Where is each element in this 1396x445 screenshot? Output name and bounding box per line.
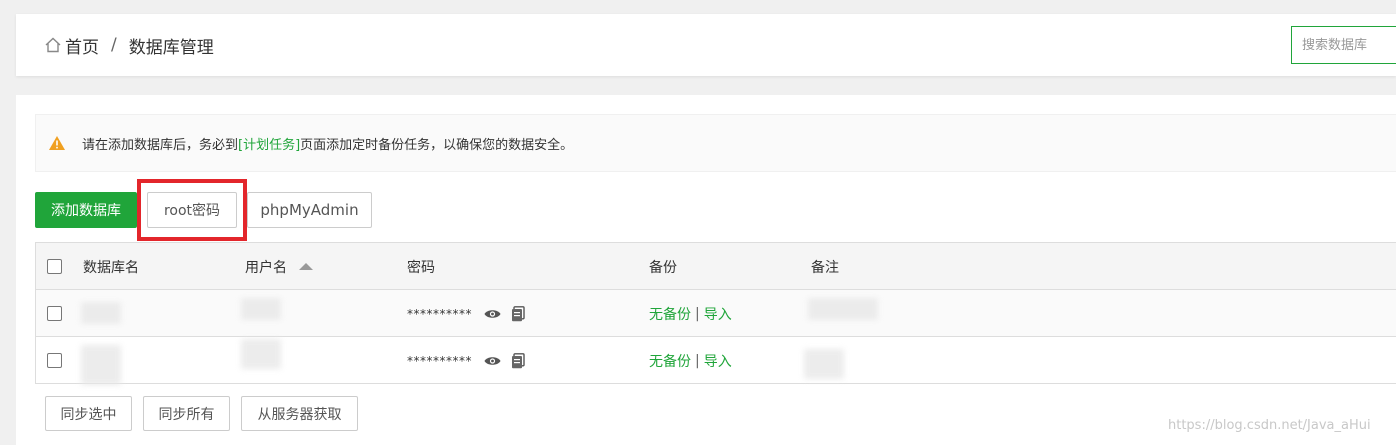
sync-all-button[interactable]: 同步所有 — [143, 396, 230, 431]
table-row: ********** 无备份 | 导入 — [36, 290, 1396, 337]
copy-icon[interactable] — [511, 352, 525, 369]
header-backup: 备份 — [649, 259, 677, 276]
backup-alert: 请在添加数据库后，务必到 [计划任务] 页面添加定时备份任务，以确保您的数据安全… — [35, 114, 1396, 172]
eye-icon[interactable] — [484, 308, 501, 320]
table-row: ********** 无备份 | 导入 — [36, 337, 1396, 385]
header-password: 密码 — [407, 259, 435, 276]
fetch-from-server-button[interactable]: 从服务器获取 — [241, 396, 358, 431]
row-checkbox[interactable] — [47, 306, 62, 321]
no-backup-link[interactable]: 无备份 — [649, 304, 691, 324]
backup-cell: 无备份 | 导入 — [649, 290, 732, 337]
backup-separator: | — [695, 352, 700, 369]
top-bar: 首页 / 数据库管理 — [16, 14, 1396, 76]
breadcrumb-current: 数据库管理 — [128, 37, 214, 58]
root-password-button[interactable]: root密码 — [147, 192, 237, 228]
breadcrumb: 首页 / 数据库管理 — [44, 14, 214, 76]
warning-icon — [48, 135, 66, 151]
header-user-label: 用户名 — [245, 259, 287, 276]
main-panel: 请在添加数据库后，务必到 [计划任务] 页面添加定时备份任务，以确保您的数据安全… — [16, 95, 1396, 445]
backup-cell: 无备份 | 导入 — [649, 337, 732, 384]
add-database-button[interactable]: 添加数据库 — [35, 192, 137, 228]
select-all-checkbox[interactable] — [47, 259, 62, 274]
copy-icon[interactable] — [511, 305, 525, 322]
eye-icon[interactable] — [484, 355, 501, 367]
import-link[interactable]: 导入 — [704, 351, 732, 371]
redacted-name — [81, 302, 121, 324]
alert-text-after: 页面添加定时备份任务，以确保您的数据安全。 — [300, 137, 574, 153]
search-input[interactable] — [1291, 26, 1396, 64]
password-cell: ********** — [407, 290, 525, 337]
sync-selected-button[interactable]: 同步选中 — [45, 396, 132, 431]
redacted-user — [241, 298, 281, 320]
watermark-text: https://blog.csdn.net/Java_aHui — [1168, 418, 1371, 433]
header-note: 备注 — [811, 259, 839, 276]
alert-text-before: 请在添加数据库后，务必到 — [82, 137, 239, 153]
redacted-note — [808, 298, 878, 320]
phpmyadmin-button[interactable]: phpMyAdmin — [247, 192, 372, 228]
no-backup-link[interactable]: 无备份 — [649, 351, 691, 371]
password-cell: ********** — [407, 337, 525, 384]
home-icon[interactable] — [44, 36, 62, 54]
table-header: 数据库名 用户名 密码 备份 备注 — [36, 243, 1396, 290]
backup-separator: | — [695, 305, 700, 322]
header-name[interactable]: 数据库名 — [83, 243, 139, 290]
redacted-note — [804, 349, 844, 379]
row-checkbox[interactable] — [47, 353, 62, 368]
redacted-name — [81, 345, 121, 385]
database-table: 数据库名 用户名 密码 备份 备注 ********** 无备份 | 导入 **… — [35, 242, 1396, 385]
import-link[interactable]: 导入 — [704, 304, 732, 324]
password-mask: ********** — [407, 353, 472, 368]
breadcrumb-separator: / — [111, 35, 117, 55]
password-mask: ********** — [407, 306, 472, 321]
header-user[interactable]: 用户名 — [245, 243, 313, 290]
breadcrumb-home[interactable]: 首页 — [65, 33, 99, 58]
redacted-user — [241, 339, 281, 369]
sort-up-icon[interactable] — [299, 263, 313, 270]
cron-task-link[interactable]: [计划任务] — [238, 134, 300, 153]
